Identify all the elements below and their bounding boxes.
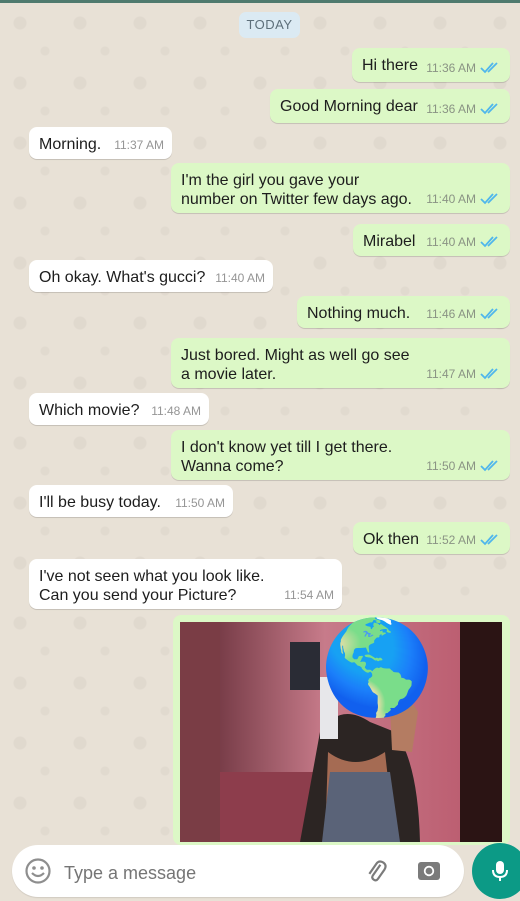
message-bubble-out[interactable]: I don't know yet till I get there. Wanna… <box>171 430 510 480</box>
message-input[interactable] <box>62 856 346 890</box>
double-check-icon <box>480 460 498 472</box>
message-time: 11:40 AM <box>215 271 265 285</box>
message-bubble-out[interactable]: Good Morning dear 11:36 AM <box>270 89 510 123</box>
message-text: Morning. <box>39 136 102 153</box>
message-time: 11:50 AM <box>175 496 225 510</box>
message-text: Ok then <box>363 531 420 548</box>
date-pill: TODAY <box>239 12 300 38</box>
message-time: 11:40 AM <box>426 235 476 249</box>
message-bubble-in[interactable]: Oh okay. What's gucci? 11:40 AM <box>29 260 273 292</box>
message-bubble-in[interactable]: Which movie? 11:48 AM <box>29 393 209 425</box>
message-time: 11:50 AM <box>426 459 476 473</box>
paperclip-icon[interactable] <box>363 858 389 884</box>
message-time: 11:47 AM <box>426 367 476 381</box>
message-time: 11:37 AM <box>114 138 164 152</box>
message-time: 11:52 AM <box>426 533 476 547</box>
double-check-icon <box>480 236 498 248</box>
message-bubble-out[interactable]: Nothing much. 11:46 AM <box>297 296 510 328</box>
globe-emoji-sticker: 🌎 <box>320 617 435 719</box>
message-time: 11:40 AM <box>426 192 476 206</box>
message-bubble-in[interactable]: I'll be busy today. 11:50 AM <box>29 485 233 517</box>
message-time: 11:54 AM <box>284 588 334 602</box>
message-text: Mirabel <box>363 233 416 250</box>
message-bubble-out[interactable]: Ok then 11:52 AM <box>353 522 510 554</box>
mic-icon <box>492 861 508 881</box>
message-text: I'll be busy today. <box>39 494 161 511</box>
message-time: 11:48 AM <box>151 404 201 418</box>
double-check-icon <box>480 103 498 115</box>
message-text: I'm the girl you gave your number on Twi… <box>181 172 412 208</box>
message-bubble-out[interactable]: Hi there 11:36 AM <box>352 48 510 82</box>
message-time: 11:36 AM <box>426 61 476 75</box>
message-text: I don't know yet till I get there. Wanna… <box>181 439 393 475</box>
mic-button[interactable] <box>472 843 520 899</box>
message-time: 11:36 AM <box>426 102 476 116</box>
message-text: Just bored. Might as well go see a movie… <box>181 347 410 383</box>
message-time: 11:46 AM <box>426 307 476 321</box>
message-text: Nothing much. <box>307 305 411 322</box>
message-text: I've not seen what you look like. Can yo… <box>39 568 265 604</box>
message-text: Oh okay. What's gucci? <box>39 269 206 286</box>
message-text: Hi there <box>362 57 419 74</box>
message-text: Which movie? <box>39 402 140 419</box>
message-text: Good Morning dear <box>280 98 418 115</box>
message-bubble-out[interactable]: I'm the girl you gave your number on Twi… <box>171 163 510 213</box>
double-check-icon <box>480 193 498 205</box>
double-check-icon <box>480 368 498 380</box>
message-bubble-in[interactable]: Morning. 11:37 AM <box>29 127 172 159</box>
double-check-icon <box>480 308 498 320</box>
emoji-icon[interactable] <box>24 857 52 885</box>
double-check-icon <box>480 534 498 546</box>
double-check-icon <box>480 62 498 74</box>
message-bubble-out[interactable]: Mirabel 11:40 AM <box>353 224 510 256</box>
message-bubble-out[interactable]: Just bored. Might as well go see a movie… <box>171 338 510 388</box>
camera-icon[interactable] <box>416 858 442 884</box>
message-bubble-in[interactable]: I've not seen what you look like. Can yo… <box>29 559 342 609</box>
